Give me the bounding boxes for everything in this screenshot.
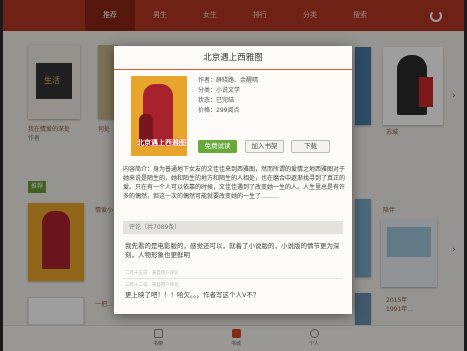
download-button[interactable]: 下载 [291, 140, 330, 153]
cover-title-text: 北京遇上西雅图 [137, 139, 186, 147]
comment-divider [123, 278, 343, 279]
add-to-shelf-button[interactable]: 加入书架 [245, 140, 284, 153]
book-detail-modal: 北京遇上西雅图 北京遇上西雅图 作者：薛晓路、余醒晴 分类：小说文学 状态：已完… [114, 46, 352, 314]
comment-meta: 二月十五日 · 来自用户评论 [125, 271, 179, 276]
comment-text: 更上映了吧！！！哈欠。。。作者写这个人V不？ [125, 291, 260, 299]
comment-meta: 三月十二日 · 来自用户评论 [125, 283, 179, 288]
book-category: 分类：小说文学 [198, 87, 241, 94]
free-trial-button[interactable]: 免费试读 [198, 140, 237, 153]
book-price: 价格：299阅点 [198, 107, 240, 114]
book-intro: 内容简介：身为普通地下女友的文佳佳来到西雅图，然而所谓的爱情之地西雅图对于她来说… [123, 166, 346, 200]
comments-header[interactable]: 评论（共7089条） [123, 221, 343, 234]
modal-title: 北京遇上西雅图 [114, 46, 352, 70]
book-cover-image: 北京遇上西雅图 [131, 76, 187, 156]
book-author: 作者：薛晓路、余醒晴 [198, 77, 259, 84]
book-meta: 作者：薛晓路、余醒晴 分类：小说文学 状态：已完结 价格：299阅点 [198, 76, 258, 116]
comment-text: 我先看的是电影版的，感觉还可以，就着了小说版的，小说版的情节更为深刻，人物形象也… [125, 242, 340, 259]
book-status: 状态：已完结 [198, 97, 235, 104]
